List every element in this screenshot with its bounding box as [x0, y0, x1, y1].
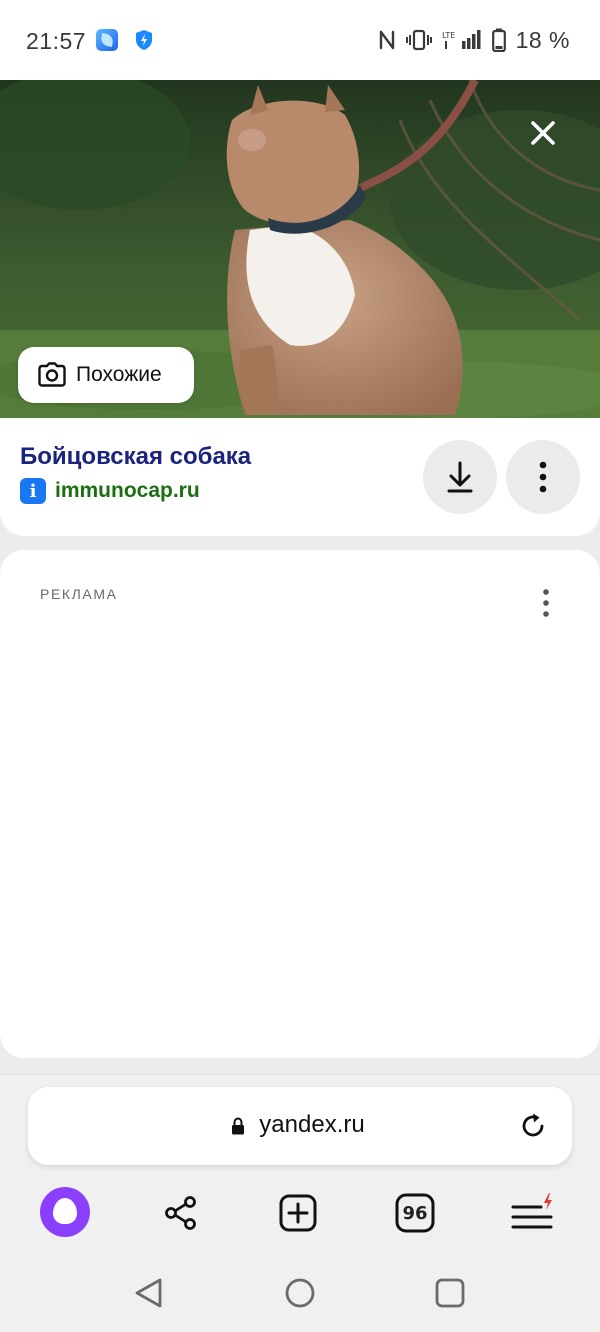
more-options-button[interactable]: [506, 440, 580, 514]
tabs-count: 96: [402, 1202, 428, 1224]
browser-toolbar: 96: [0, 1187, 600, 1243]
more-vert-icon: [539, 461, 547, 493]
image-viewer[interactable]: Похожие: [0, 80, 600, 418]
result-domain[interactable]: immunocap.ru: [55, 479, 200, 503]
ad-label: РЕКЛАМА: [40, 586, 118, 602]
alice-icon[interactable]: [40, 1187, 90, 1237]
svg-text:LTE: LTE: [442, 31, 455, 40]
home-icon[interactable]: [283, 1276, 317, 1310]
vibrate-icon: [405, 29, 432, 51]
menu-icon: [511, 1193, 553, 1229]
menu-button[interactable]: [507, 1187, 559, 1239]
status-right: LTE 18 %: [378, 26, 570, 54]
browser-bottom-bar: yandex.ru 96: [0, 1074, 600, 1258]
ad-card: РЕКЛАМА: [0, 550, 600, 1058]
battery-percent: 18 %: [515, 26, 570, 53]
share-icon: [165, 1196, 196, 1230]
download-button[interactable]: [423, 440, 497, 514]
ad-more-icon[interactable]: [534, 588, 558, 620]
result-title[interactable]: Бойцовская собака: [20, 443, 251, 471]
result-source[interactable]: i immunocap.ru: [20, 478, 200, 504]
download-icon: [447, 461, 473, 493]
new-tab-button[interactable]: [272, 1187, 324, 1239]
similar-images-button[interactable]: Похожие: [18, 347, 194, 403]
shield-icon: [136, 30, 152, 50]
share-button[interactable]: [155, 1187, 207, 1239]
similar-label: Похожие: [76, 363, 162, 386]
close-icon[interactable]: [526, 116, 560, 150]
address-bar[interactable]: yandex.ru: [28, 1087, 572, 1165]
result-card: Бойцовская собака i immunocap.ru: [0, 418, 600, 536]
status-time: 21:57: [26, 28, 87, 54]
address-url: yandex.ru: [259, 1111, 365, 1138]
new-tab-icon: [279, 1194, 317, 1232]
battery-icon: [491, 28, 506, 52]
camera-search-icon: [38, 362, 66, 387]
app-icon: [96, 29, 118, 51]
back-icon[interactable]: [132, 1276, 166, 1310]
lte-signal-icon: LTE: [442, 30, 481, 49]
system-nav-bar: [0, 1258, 600, 1332]
recents-icon[interactable]: [433, 1276, 467, 1310]
favicon-icon: i: [20, 478, 46, 504]
nfc-icon: [379, 30, 394, 50]
status-bar: 21:57 LTE 18 %: [0, 0, 600, 80]
tabs-button[interactable]: 96: [389, 1187, 441, 1239]
reload-icon[interactable]: [518, 1111, 548, 1141]
